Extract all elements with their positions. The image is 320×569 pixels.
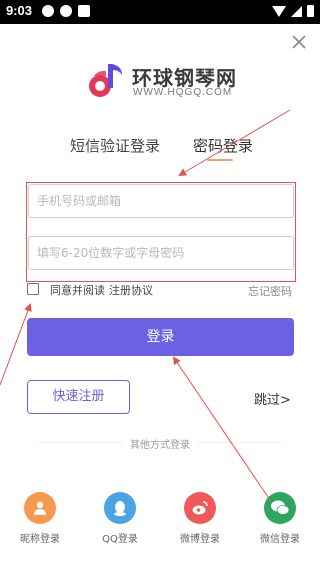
qq-login-label: QQ登录 — [102, 534, 138, 545]
wechat-login-button[interactable]: 微信登录 — [252, 492, 308, 545]
quick-register-button[interactable]: 快速注册 — [27, 380, 130, 414]
password-input[interactable] — [28, 236, 294, 270]
tab-password-login[interactable]: 密码登录 — [193, 135, 253, 156]
close-icon[interactable] — [289, 32, 309, 52]
qq-icon — [104, 492, 136, 524]
battery-icon — [307, 5, 314, 17]
wechat-icon — [264, 492, 296, 524]
tab-sms-login[interactable]: 短信验证登录 — [70, 135, 160, 156]
wifi-icon — [272, 5, 286, 17]
person-icon — [24, 492, 56, 524]
agreement-label: 同意并阅读 — [50, 284, 105, 297]
wechat-login-label: 微信登录 — [260, 534, 300, 545]
login-button[interactable]: 登录 — [27, 318, 294, 356]
nickname-login-label: 昵称登录 — [20, 534, 60, 545]
notification-icon — [78, 5, 90, 17]
music-note-logo-icon — [89, 64, 122, 97]
weibo-icon — [184, 492, 216, 524]
signal-icon — [291, 5, 302, 17]
agreement-checkbox[interactable] — [27, 283, 39, 295]
skip-link[interactable]: 跳过> — [254, 389, 291, 408]
notification-icon — [42, 5, 54, 17]
notification-icons — [42, 5, 90, 17]
status-time: 9:03 — [6, 3, 33, 18]
weibo-login-label: 微博登录 — [180, 534, 220, 545]
active-tab-indicator — [207, 159, 233, 161]
annotation-arrow — [172, 356, 271, 501]
notification-icon — [60, 5, 72, 17]
logo-url: WWW.HQGQ.COM — [133, 87, 233, 98]
app-logo: 环球钢琴网 WWW.HQGQ.COM — [86, 58, 246, 104]
phone-email-input[interactable] — [28, 184, 294, 218]
other-login-title: 其他方式登录 — [130, 440, 190, 451]
divider-right — [197, 442, 282, 443]
nickname-login-button[interactable]: 昵称登录 — [12, 492, 68, 545]
forgot-password-link[interactable]: 忘记密码 — [248, 283, 292, 299]
agreement-link[interactable]: 注册协议 — [109, 282, 153, 298]
qq-login-button[interactable]: QQ登录 — [92, 492, 148, 545]
system-icons — [272, 5, 314, 17]
weibo-login-button[interactable]: 微博登录 — [172, 492, 228, 545]
status-bar: 9:03 — [0, 0, 320, 24]
annotation-arrow — [0, 303, 32, 386]
